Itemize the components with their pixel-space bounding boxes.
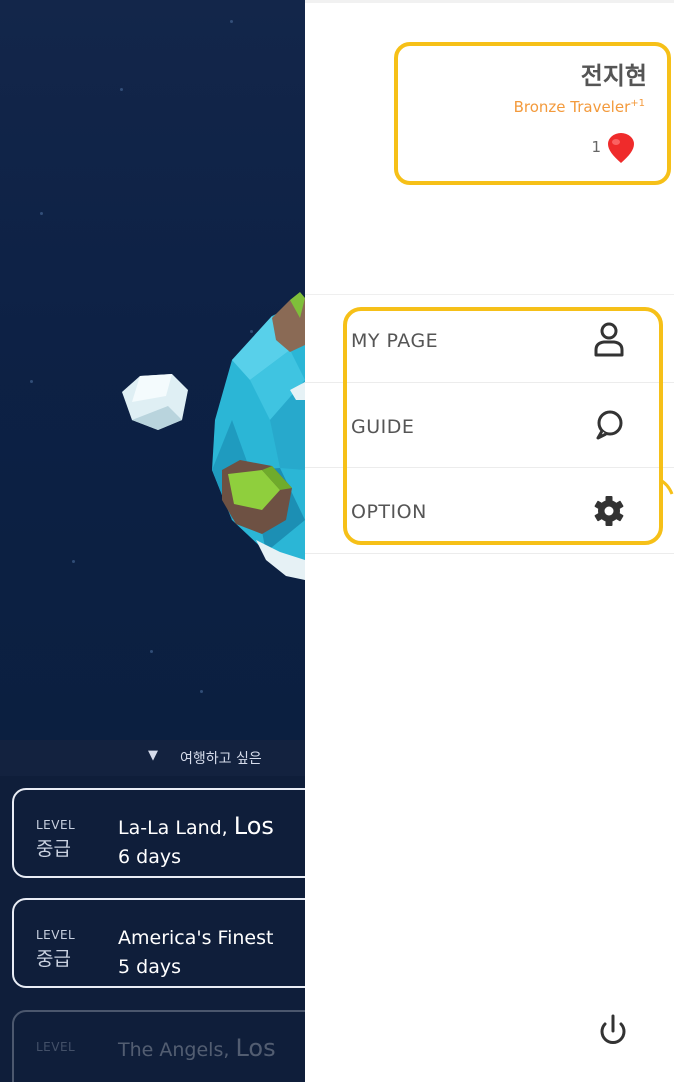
level-value: 중급 xyxy=(36,948,71,970)
user-rank: Bronze Traveler+1 xyxy=(513,98,645,116)
pin-count: 1 xyxy=(591,138,601,156)
background-app: ▼ 여행하고 싶은 LEVEL 중급 La-La Land, Los 6 day… xyxy=(0,0,305,1082)
course-card[interactable]: LEVEL 중급 America's Finest 5 days xyxy=(12,898,305,988)
course-card[interactable]: LEVEL The Angels, Los xyxy=(12,1010,305,1082)
chevron-down-icon: ▼ xyxy=(148,748,158,763)
course-title: America's Finest xyxy=(118,927,274,949)
course-days: 6 days xyxy=(118,846,181,868)
map-pin-icon xyxy=(608,133,634,163)
course-title: La-La Land, Los xyxy=(118,812,274,840)
level-value: 중급 xyxy=(36,838,71,860)
level-label: LEVEL xyxy=(36,818,76,832)
hint-bar[interactable]: ▼ 여행하고 싶은 xyxy=(0,740,305,776)
planet-illustration[interactable] xyxy=(0,0,305,740)
level-label: LEVEL xyxy=(36,928,76,942)
course-title: The Angels, Los xyxy=(118,1034,276,1062)
divider xyxy=(305,294,674,295)
divider xyxy=(305,553,674,554)
user-name: 전지현 xyxy=(580,62,647,90)
hint-text: 여행하고 싶은 xyxy=(180,751,262,767)
divider xyxy=(305,0,674,3)
profile-card[interactable]: 전지현 Bronze Traveler+1 1 xyxy=(394,42,671,185)
space-scene xyxy=(0,0,305,740)
level-label: LEVEL xyxy=(36,1040,76,1054)
side-drawer: 전지현 Bronze Traveler+1 1 MY PAGE GUIDE OP… xyxy=(305,0,674,1082)
course-panel: ▼ 여행하고 싶은 LEVEL 중급 La-La Land, Los 6 day… xyxy=(0,740,305,1082)
power-icon[interactable] xyxy=(593,1010,633,1050)
course-days: 5 days xyxy=(118,956,181,978)
course-card[interactable]: LEVEL 중급 La-La Land, Los 6 days xyxy=(12,788,305,878)
menu-highlight-box xyxy=(343,307,663,545)
